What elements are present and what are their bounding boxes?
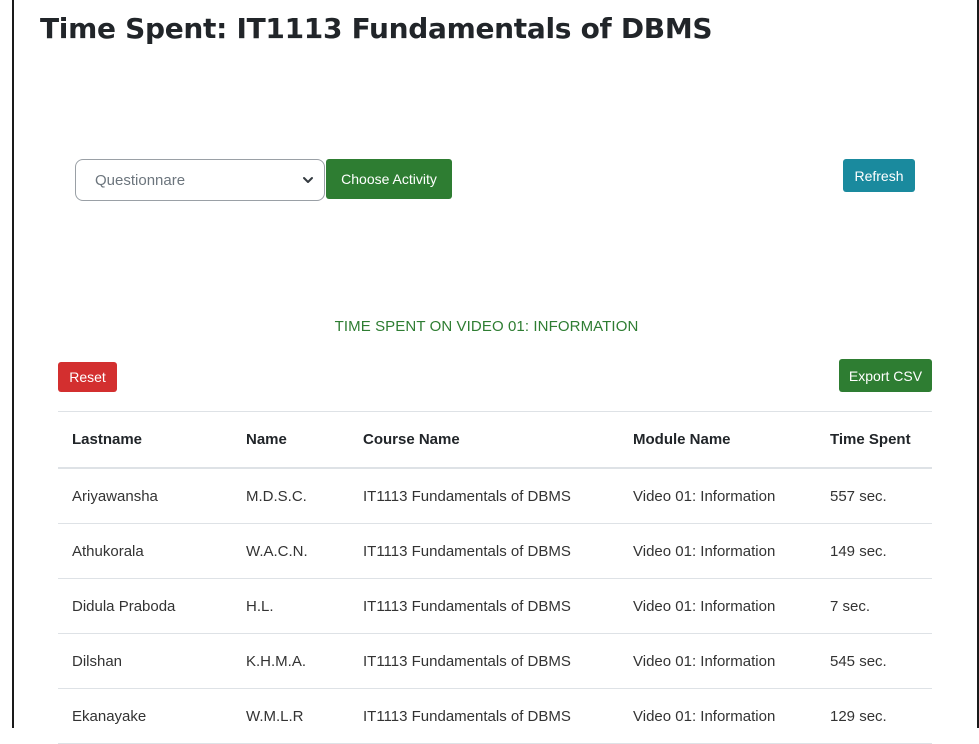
cell-name: W.M.L.R — [246, 707, 304, 725]
page-title: Time Spent: IT1113 Fundamentals of DBMS — [40, 12, 713, 45]
export-csv-button[interactable]: Export CSV — [839, 359, 932, 392]
app-frame: Time Spent: IT1113 Fundamentals of DBMS … — [12, 0, 979, 744]
table-row: Dilshan K.H.M.A. IT1113 Fundamentals of … — [58, 634, 932, 689]
column-header-lastname: Lastname — [72, 431, 143, 448]
cell-name: M.D.S.C. — [246, 487, 307, 505]
cell-module-name: Video 01: Information — [633, 597, 776, 615]
cell-course-name: IT1113 Fundamentals of DBMS — [363, 597, 571, 615]
refresh-button[interactable]: Refresh — [843, 159, 915, 192]
table-row: Ariyawansha M.D.S.C. IT1113 Fundamentals… — [58, 468, 932, 524]
column-header-time-spent: Time Spent — [830, 431, 911, 448]
cell-time-spent: 7 sec. — [830, 597, 871, 615]
cell-lastname: Athukorala — [72, 542, 144, 560]
column-header-module-name: Module Name — [633, 431, 731, 448]
cell-name: W.A.C.N. — [246, 542, 308, 560]
table-header-row: Lastname Name Course Name Module Name Ti… — [58, 411, 932, 468]
cell-time-spent: 129 sec. — [830, 707, 887, 725]
cell-course-name: IT1113 Fundamentals of DBMS — [363, 707, 571, 725]
cell-module-name: Video 01: Information — [633, 652, 776, 670]
table-row: Didula Praboda H.L. IT1113 Fundamentals … — [58, 579, 932, 634]
table-row: Ekanayake W.M.L.R IT1113 Fundamentals of… — [58, 689, 932, 744]
cell-module-name: Video 01: Information — [633, 707, 776, 725]
cell-time-spent: 545 sec. — [830, 652, 887, 670]
time-spent-table: Lastname Name Course Name Module Name Ti… — [58, 411, 932, 744]
chevron-down-icon — [302, 174, 314, 186]
cell-lastname: Dilshan — [72, 652, 123, 670]
cell-time-spent: 557 sec. — [830, 487, 887, 505]
cell-module-name: Video 01: Information — [633, 542, 776, 560]
column-header-name: Name — [246, 431, 287, 448]
table-row: Athukorala W.A.C.N. IT1113 Fundamentals … — [58, 524, 932, 579]
reset-button[interactable]: Reset — [58, 362, 117, 392]
cell-lastname: Ariyawansha — [72, 487, 158, 505]
column-header-course-name: Course Name — [363, 431, 460, 448]
cell-lastname: Didula Praboda — [72, 597, 176, 615]
cell-course-name: IT1113 Fundamentals of DBMS — [363, 487, 571, 505]
choose-activity-button[interactable]: Choose Activity — [326, 159, 452, 199]
cell-name: H.L. — [246, 597, 274, 615]
cell-course-name: IT1113 Fundamentals of DBMS — [363, 652, 571, 670]
cell-lastname: Ekanayake — [72, 707, 147, 725]
report-heading: TIME SPENT ON VIDEO 01: INFORMATION — [334, 318, 639, 335]
cell-course-name: IT1113 Fundamentals of DBMS — [363, 542, 571, 560]
cell-time-spent: 149 sec. — [830, 542, 887, 560]
activity-select-value: Questionnare — [95, 171, 186, 189]
activity-select[interactable]: Questionnare — [75, 159, 325, 201]
cell-module-name: Video 01: Information — [633, 487, 776, 505]
cell-name: K.H.M.A. — [246, 652, 307, 670]
